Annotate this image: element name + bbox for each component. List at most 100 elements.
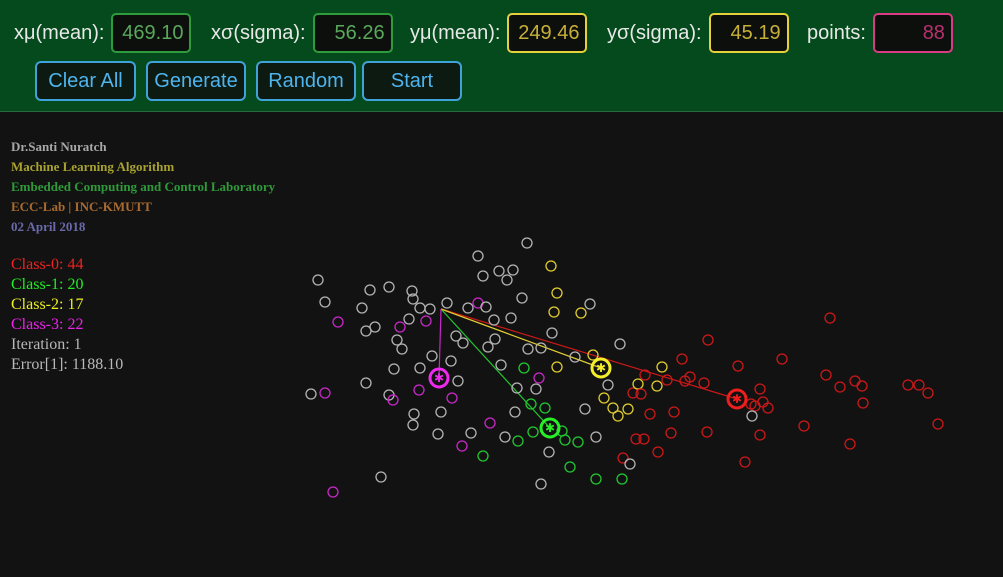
data-point bbox=[420, 315, 432, 327]
data-point bbox=[446, 392, 458, 404]
credit-title: Machine Learning Algorithm bbox=[11, 159, 175, 174]
class-3-count: Class-3: 22 bbox=[11, 316, 84, 333]
data-point bbox=[590, 431, 602, 443]
plot-canvas[interactable]: ✱ ✱ ✱ ✱ Dr.Santi Nuratch Machine Learning A… bbox=[0, 112, 1003, 577]
data-point bbox=[548, 306, 560, 318]
data-point bbox=[482, 341, 494, 353]
data-point bbox=[616, 473, 628, 485]
start-button[interactable]: Start bbox=[362, 61, 462, 101]
data-point bbox=[545, 260, 557, 272]
data-point bbox=[913, 379, 925, 391]
data-point bbox=[426, 350, 438, 362]
data-point bbox=[575, 307, 587, 319]
data-point bbox=[590, 473, 602, 485]
points-input[interactable] bbox=[872, 13, 953, 53]
data-point bbox=[414, 362, 426, 374]
y-mean-label: yμ(mean): bbox=[410, 21, 501, 44]
data-point bbox=[656, 361, 668, 373]
data-point bbox=[572, 436, 584, 448]
points-group: points: bbox=[807, 13, 953, 53]
data-point bbox=[456, 440, 468, 452]
data-point bbox=[465, 427, 477, 439]
data-point bbox=[701, 426, 713, 438]
data-point bbox=[776, 353, 788, 365]
y-sigma-label: yσ(sigma): bbox=[607, 21, 702, 44]
data-point bbox=[754, 429, 766, 441]
data-point bbox=[360, 377, 372, 389]
centroid-path-1 bbox=[440, 308, 551, 429]
data-point bbox=[551, 361, 563, 373]
credit-date: 02 April 2018 bbox=[11, 219, 86, 234]
data-point bbox=[499, 431, 511, 443]
data-point bbox=[364, 284, 376, 296]
data-point bbox=[849, 375, 861, 387]
data-point bbox=[834, 381, 846, 393]
data-point bbox=[489, 333, 501, 345]
data-point bbox=[327, 486, 339, 498]
data-point bbox=[312, 274, 324, 286]
data-point bbox=[824, 312, 836, 324]
data-point bbox=[746, 410, 758, 422]
x-sigma-group: xσ(sigma): bbox=[211, 13, 393, 53]
data-point bbox=[598, 392, 610, 404]
data-point bbox=[432, 428, 444, 440]
y-sigma-input[interactable] bbox=[708, 13, 789, 53]
data-point bbox=[932, 418, 944, 430]
data-point bbox=[579, 403, 591, 415]
random-button[interactable]: Random bbox=[256, 61, 356, 101]
data-point bbox=[452, 375, 464, 387]
iteration-count: Iteration: 1 bbox=[11, 336, 82, 353]
data-point bbox=[521, 237, 533, 249]
class-2-count: Class-2: 17 bbox=[11, 296, 84, 313]
x-mean-input[interactable] bbox=[111, 13, 192, 53]
data-point bbox=[798, 420, 810, 432]
data-point bbox=[480, 301, 492, 313]
svg-text:✱: ✱ bbox=[732, 392, 742, 406]
data-point bbox=[414, 302, 426, 314]
data-point bbox=[902, 379, 914, 391]
data-point bbox=[856, 380, 868, 392]
data-point bbox=[614, 338, 626, 350]
data-point bbox=[644, 408, 656, 420]
data-point bbox=[305, 388, 317, 400]
points-label: points: bbox=[807, 21, 866, 44]
x-mean-label: xμ(mean): bbox=[14, 21, 105, 44]
data-point bbox=[477, 450, 489, 462]
data-point bbox=[495, 359, 507, 371]
data-point bbox=[844, 438, 856, 450]
error-value: Error[1]: 1188.10 bbox=[11, 356, 124, 373]
data-point bbox=[441, 297, 453, 309]
clear-all-button[interactable]: Clear All bbox=[35, 61, 136, 101]
data-point bbox=[559, 434, 571, 446]
credit-lab: Embedded Computing and Control Laborator… bbox=[11, 179, 276, 194]
data-point bbox=[319, 296, 331, 308]
y-mean-group: yμ(mean): bbox=[410, 13, 588, 53]
data-point bbox=[564, 461, 576, 473]
y-mean-input[interactable] bbox=[507, 13, 588, 53]
x-sigma-input[interactable] bbox=[312, 13, 393, 53]
generate-button[interactable]: Generate bbox=[146, 61, 246, 101]
data-point bbox=[445, 355, 457, 367]
control-toolbar: xμ(mean): xσ(sigma): yμ(mean): yσ(sigma)… bbox=[0, 0, 1003, 112]
data-point bbox=[676, 353, 688, 365]
data-point bbox=[624, 458, 636, 470]
data-point bbox=[493, 265, 505, 277]
data-point bbox=[408, 408, 420, 420]
data-point bbox=[472, 250, 484, 262]
data-point bbox=[602, 379, 614, 391]
data-point bbox=[388, 363, 400, 375]
svg-text:✱: ✱ bbox=[596, 361, 606, 375]
x-mean-group: xμ(mean): bbox=[14, 13, 192, 53]
svg-text:✱: ✱ bbox=[434, 371, 444, 385]
data-point bbox=[922, 387, 934, 399]
data-point bbox=[413, 384, 425, 396]
data-point bbox=[360, 325, 372, 337]
data-point bbox=[535, 478, 547, 490]
data-point bbox=[319, 387, 331, 399]
data-point bbox=[403, 313, 415, 325]
centroid-3: ✱ bbox=[428, 367, 450, 389]
data-point bbox=[477, 270, 489, 282]
data-point bbox=[584, 298, 596, 310]
data-point bbox=[407, 419, 419, 431]
centroid-2: ✱ bbox=[590, 357, 612, 379]
